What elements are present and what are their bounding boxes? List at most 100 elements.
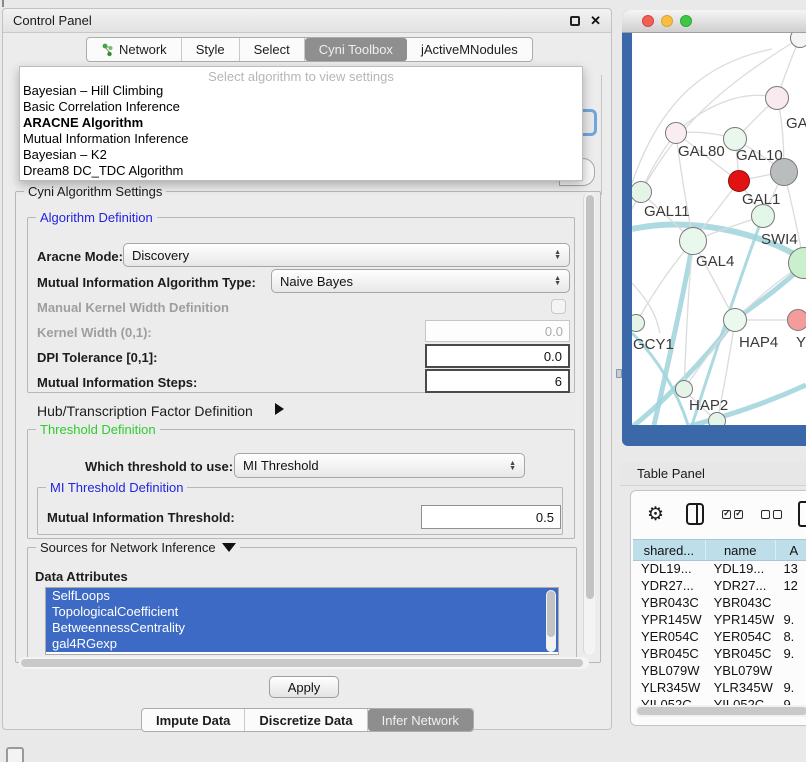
table-cell: YBR045C (706, 646, 776, 663)
algorithm-menu-item[interactable]: ARACNE Algorithm (20, 115, 582, 131)
node-label-gal80: GAL80 (678, 143, 725, 160)
minimized-panel-icon[interactable] (6, 747, 24, 762)
table-row[interactable]: YDR27...YDR27...12 (633, 578, 806, 595)
column-header-3[interactable]: A (776, 540, 806, 560)
table-cell: 9. (775, 612, 806, 629)
table-cell: 13 (775, 561, 806, 578)
column-header-2[interactable]: name (706, 540, 776, 560)
control-panel-window: Control Panel ✕ NetworkStyle Select Cyni T… (2, 8, 612, 730)
tab-impute-data[interactable]: Impute Data (142, 709, 245, 731)
table-row[interactable]: YLR345WYLR345W9. (633, 680, 806, 697)
settings-hscrollbar[interactable] (19, 657, 589, 669)
document-icon[interactable] (798, 501, 806, 527)
columns-icon[interactable] (686, 503, 704, 525)
collapse-down-icon[interactable] (222, 543, 236, 552)
table-panel-title: Table Panel (637, 466, 705, 481)
checked-box-icon (722, 510, 731, 519)
attributes-scrollbar-thumb[interactable] (547, 591, 555, 637)
node-label-gal11: GAL11 (644, 203, 690, 220)
attribute-item[interactable]: SelfLoops (46, 588, 558, 604)
network-window-titlebar[interactable] (622, 10, 806, 33)
tab-label: Select (254, 42, 290, 57)
attribute-item[interactable]: gal4RGexp (46, 636, 558, 652)
tab-select[interactable]: Select (240, 38, 305, 61)
panel-title: Control Panel (13, 13, 92, 28)
which-threshold-select[interactable]: MI Threshold ▲▼ (234, 453, 525, 478)
node-label-swi4: SWI4 (761, 231, 798, 248)
dpi-tolerance-label: DPI Tolerance [0,1]: (37, 350, 157, 365)
node-gal4[interactable] (679, 227, 707, 255)
attribute-item[interactable]: TopologicalCoefficient (46, 604, 558, 620)
table-cell: YDR27... (633, 578, 706, 595)
table-row[interactable]: YBR045CYBR045C9. (633, 646, 806, 663)
node-gal80[interactable] (665, 122, 687, 144)
table-cell: YDR27... (706, 578, 776, 595)
tab-network[interactable]: Network (87, 38, 182, 61)
apply-button[interactable]: Apply (269, 676, 339, 698)
tab-label: jActiveMNodules (421, 42, 518, 57)
cursor-mark (616, 369, 622, 378)
algorithm-menu-item[interactable]: Bayesian – K2 (20, 147, 582, 163)
attributes-scrollbar[interactable] (546, 590, 556, 652)
algorithm-menu-item[interactable]: Basic Correlation Inference (20, 99, 582, 115)
node-label-gal10: GAL10 (736, 147, 783, 164)
table-hscrollbar-thumb[interactable] (637, 707, 806, 715)
node-red[interactable] (728, 170, 750, 192)
dpi-tolerance-field[interactable]: 0.0 (425, 344, 570, 368)
node-label-gcy1: GCY1 (633, 336, 674, 353)
settings-scrollbar[interactable] (583, 193, 595, 655)
table-cell: 12 (775, 578, 806, 595)
close-window-icon[interactable] (642, 15, 654, 27)
manual-kernel-width-checkbox[interactable] (551, 299, 566, 314)
table-row[interactable]: YBL079WYBL079W (633, 663, 806, 680)
table-cell: YLR345W (633, 680, 706, 697)
mi-steps-field[interactable]: 6 (425, 369, 570, 393)
close-panel-icon[interactable]: ✕ (590, 16, 601, 26)
table-toolbar: ⚙ (631, 491, 806, 537)
algorithm-menu-item[interactable]: Bayesian – Hill Climbing (20, 83, 582, 99)
hub-section-label[interactable]: Hub/Transcription Factor Definition (37, 403, 253, 419)
node-label-gal: GAL (786, 115, 806, 132)
zoom-window-icon[interactable] (680, 15, 692, 27)
attribute-item[interactable]: BetweennessCentrality (46, 620, 558, 636)
table-hscrollbar[interactable] (635, 705, 806, 717)
mi-steps-label: Mutual Information Steps: (37, 375, 197, 390)
column-header-1[interactable]: shared... (633, 540, 706, 560)
table-row[interactable]: YPR145WYPR145W9. (633, 612, 806, 629)
algorithm-menu-item[interactable]: Dream8 DC_TDC Algorithm (20, 163, 582, 179)
gear-icon[interactable]: ⚙ (647, 503, 664, 526)
float-panel-icon[interactable] (570, 16, 580, 26)
which-threshold-label: Which threshold to use: (85, 459, 233, 474)
tab-discretize-data[interactable]: Discretize Data (245, 709, 367, 731)
table-cell: YBR043C (706, 595, 776, 612)
mi-threshold-label: Mutual Information Threshold: (47, 510, 235, 525)
tab-cyni-toolbox[interactable]: Cyni Toolbox (305, 38, 407, 61)
settings-hscrollbar-thumb[interactable] (21, 659, 583, 667)
aracne-mode-select[interactable]: Discovery ▲▼ (123, 243, 570, 267)
tab-infer-network[interactable]: Infer Network (368, 709, 473, 731)
unchecked-pair-icon[interactable] (761, 510, 782, 519)
minimize-window-icon[interactable] (661, 15, 673, 27)
kernel-width-field[interactable]: 0.0 (425, 320, 570, 342)
checked-pair-icon[interactable] (722, 510, 743, 519)
table-cell: 8. (775, 629, 806, 646)
network-canvas[interactable]: GALGAL80GAL10GAL1GAL11GAL4SWI4HAP4YGCY1H… (632, 33, 806, 425)
tab-style[interactable]: Style (182, 38, 240, 61)
table-row[interactable]: YER054CYER054C8. (633, 629, 806, 646)
node-label-gal1: GAL1 (742, 191, 780, 208)
tab-jactivemnodules[interactable]: jActiveMNodules (407, 38, 532, 61)
table-row[interactable]: YBR043CYBR043C (633, 595, 806, 612)
node-salmon[interactable] (787, 309, 806, 331)
table-row[interactable]: YDL19...YDL19...13 (633, 561, 806, 578)
kernel-width-label: Kernel Width (0,1): (37, 325, 152, 340)
settings-scrollbar-thumb[interactable] (586, 195, 594, 599)
node-hap2[interactable] (675, 380, 693, 398)
data-attributes-list[interactable]: SelfLoopsTopologicalCoefficientBetweenne… (45, 587, 559, 655)
node-hap4[interactable] (723, 308, 747, 332)
mi-algorithm-type-select[interactable]: Naive Bayes ▲▼ (271, 269, 570, 293)
node-pink-upper[interactable] (765, 86, 789, 110)
mi-threshold-field[interactable]: 0.5 (421, 505, 561, 529)
algorithm-menu-item[interactable]: Mutual Information Inference (20, 131, 582, 147)
expand-right-icon[interactable] (275, 403, 284, 415)
aracne-mode-value: Discovery (132, 248, 189, 263)
